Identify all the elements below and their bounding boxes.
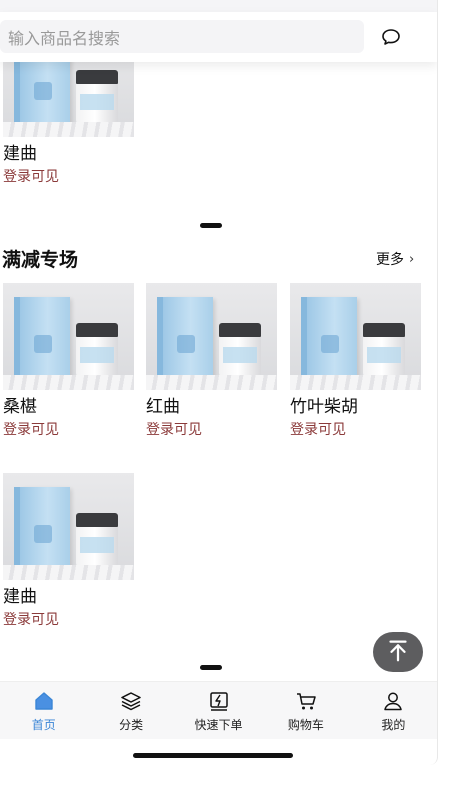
- tab-category[interactable]: 分类: [87, 682, 174, 739]
- tab-label: 快速下单: [194, 718, 243, 732]
- tab-profile[interactable]: 我的: [350, 682, 437, 739]
- home-indicator: [133, 753, 293, 758]
- search-input[interactable]: 输入商品名搜索: [0, 20, 364, 53]
- arrow-up-icon: [384, 636, 412, 668]
- product-image: [146, 283, 277, 390]
- bottom-tab-bar: 首页 分类 快速下单 购物车 我的: [0, 681, 437, 739]
- chat-bubble-icon[interactable]: [380, 26, 402, 48]
- tab-label: 我的: [381, 718, 406, 732]
- product-image: [3, 283, 134, 390]
- back-to-top-button[interactable]: [373, 632, 423, 672]
- lightning-icon: [208, 691, 230, 711]
- more-label: 更多: [376, 252, 404, 268]
- product-image: [290, 283, 421, 390]
- product-card[interactable]: 红曲 登录可见: [146, 283, 277, 439]
- login-to-view-price: 登录可见: [3, 169, 59, 185]
- tab-label: 购物车: [287, 718, 324, 732]
- login-to-view-price: 登录可见: [3, 422, 59, 438]
- product-name: 竹叶柴胡: [290, 397, 358, 417]
- user-icon: [382, 691, 404, 711]
- product-name: 建曲: [3, 587, 37, 607]
- product-name: 建曲: [3, 144, 37, 164]
- status-strip: [0, 0, 437, 12]
- tab-label: 首页: [31, 718, 56, 732]
- carousel-indicator: [200, 665, 222, 670]
- login-to-view-price: 登录可见: [146, 422, 202, 438]
- app-page: 输入商品名搜索 建曲 登录可见 满减专场 更多 › 桑椹 登录可见 红曲 登录可…: [0, 0, 438, 765]
- more-link[interactable]: 更多 ›: [376, 249, 414, 269]
- product-name: 红曲: [146, 397, 180, 417]
- login-to-view-price: 登录可见: [3, 612, 59, 628]
- login-to-view-price: 登录可见: [290, 422, 346, 438]
- carousel-indicator: [200, 223, 222, 228]
- chevron-right-icon: ›: [409, 251, 415, 267]
- product-card[interactable]: 建曲 登录可见: [3, 473, 134, 629]
- tab-home[interactable]: 首页: [0, 682, 87, 739]
- tab-cart[interactable]: 购物车: [262, 682, 349, 739]
- tab-quick-order[interactable]: 快速下单: [175, 682, 262, 739]
- search-bar: 输入商品名搜索: [0, 12, 437, 62]
- layers-icon: [120, 691, 142, 711]
- cart-icon: [295, 691, 317, 711]
- product-card[interactable]: 桑椹 登录可见: [3, 283, 134, 439]
- product-image: [3, 473, 134, 580]
- product-name: 桑椹: [3, 397, 37, 417]
- product-card[interactable]: 竹叶柴胡 登录可见: [290, 283, 421, 439]
- tab-label: 分类: [119, 718, 144, 732]
- home-icon: [33, 691, 55, 711]
- section-title: 满减专场: [2, 249, 79, 271]
